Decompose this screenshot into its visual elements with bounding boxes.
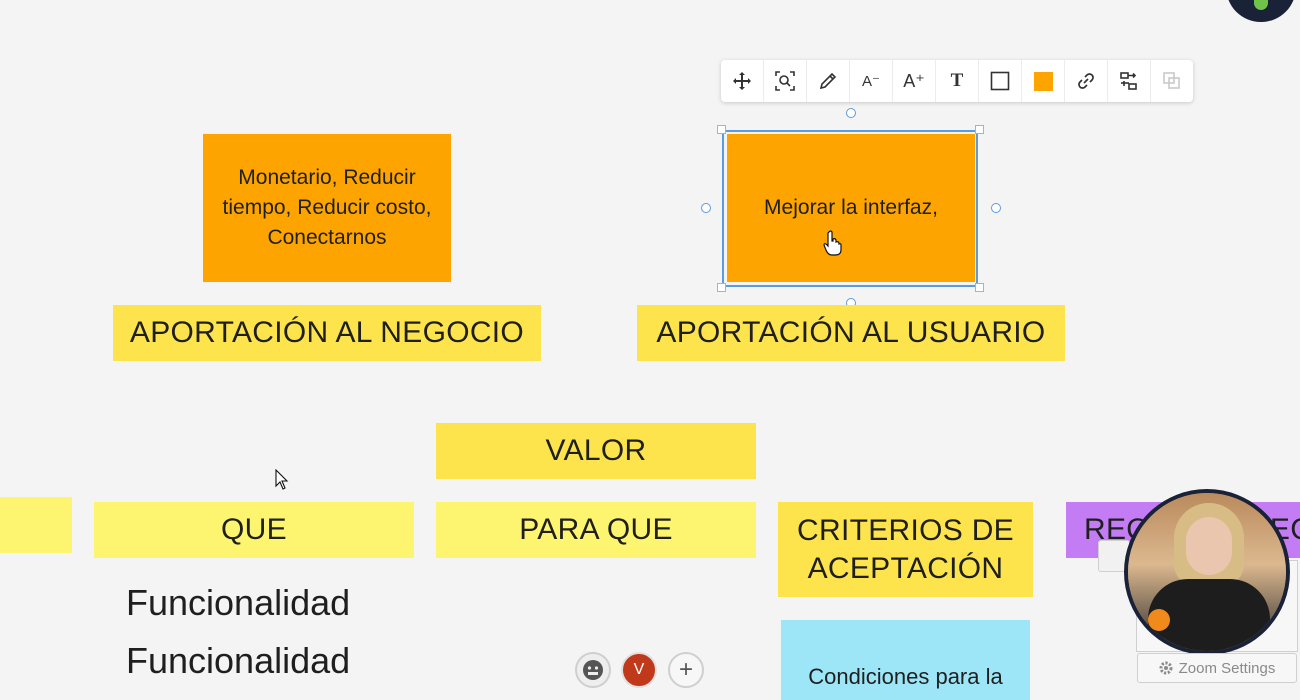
sticky-note-text: Condiciones para la [808, 664, 1003, 689]
label-para-que[interactable]: PARA QUE [436, 502, 756, 558]
sticky-note-text: Monetario, Reducir tiempo, Reducir costo… [222, 166, 432, 249]
zoom-settings-label: Zoom Settings [1178, 659, 1276, 677]
resize-handle-bottom-right[interactable] [975, 283, 984, 292]
sticky-note-conditions[interactable]: Condiciones para la [781, 620, 1030, 700]
border-icon [990, 71, 1010, 91]
resize-handle-top-right[interactable] [975, 125, 984, 134]
presenter-face [1186, 517, 1232, 575]
app-logo [1226, 0, 1296, 22]
add-collaborator-button[interactable]: + [668, 652, 704, 688]
resize-handle-bottom-left[interactable] [717, 283, 726, 292]
duplicate-button[interactable] [1151, 60, 1193, 102]
label-valor[interactable]: VALOR [436, 423, 756, 479]
zoom-to-fit-icon [775, 71, 795, 91]
link-button[interactable] [1065, 60, 1108, 102]
decrease-font-icon: A⁻ [862, 73, 880, 90]
connector-handle-top[interactable] [846, 108, 856, 118]
label-criterios-aceptacion[interactable]: CRITERIOS DE ACEPTACIÓN [778, 502, 1033, 597]
border-button[interactable] [979, 60, 1022, 102]
align-icon [1120, 72, 1137, 90]
pencil-icon [819, 72, 837, 90]
label-business-contribution[interactable]: APORTACIÓN AL NEGOCIO [113, 305, 541, 361]
selection-frame [722, 130, 978, 287]
connector-handle-right[interactable] [991, 203, 1001, 213]
label-partial-left[interactable] [0, 497, 72, 553]
face-icon [583, 660, 603, 680]
label-text: CRITERIOS DE ACEPTACIÓN [797, 513, 1014, 585]
element-toolbar: A⁻ A⁺ T [721, 60, 1193, 102]
text-funcionalidad-1[interactable]: Funcionalidad [126, 582, 350, 624]
logo-mark-icon [1254, 0, 1268, 10]
increase-font-icon: A⁺ [903, 70, 925, 91]
avatar-initial: V [633, 661, 645, 678]
text-format-icon: T [950, 70, 964, 91]
webcam-logo-icon [1148, 609, 1170, 631]
decrease-font-button[interactable]: A⁻ [850, 60, 893, 102]
link-icon [1078, 73, 1094, 89]
zoom-settings-button[interactable]: Zoom Settings [1137, 653, 1297, 683]
connector-handle-left[interactable] [701, 203, 711, 213]
label-que[interactable]: QUE [94, 502, 414, 558]
hand-cursor-icon [823, 230, 842, 256]
plus-icon: + [678, 656, 693, 683]
collaborator-avatar[interactable]: V [621, 652, 657, 688]
pencil-button[interactable] [807, 60, 850, 102]
label-text: PARA QUE [519, 513, 673, 546]
duplicate-icon [1163, 72, 1180, 89]
sticky-note-business-contribution[interactable]: Monetario, Reducir tiempo, Reducir costo… [203, 134, 451, 282]
move-button[interactable] [721, 60, 764, 102]
label-text: VALOR [545, 434, 647, 467]
move-icon [733, 72, 751, 90]
label-user-contribution[interactable]: APORTACIÓN AL USUARIO [637, 305, 1065, 361]
gear-icon [1159, 661, 1173, 675]
increase-font-button[interactable]: A⁺ [893, 60, 936, 102]
label-text: APORTACIÓN AL USUARIO [656, 316, 1046, 349]
fill-color-swatch [1033, 71, 1053, 91]
emoji-reaction-button[interactable] [575, 652, 611, 688]
label-text: APORTACIÓN AL NEGOCIO [129, 316, 525, 349]
fill-color-button[interactable] [1022, 60, 1065, 102]
align-button[interactable] [1108, 60, 1151, 102]
label-text: QUE [221, 513, 287, 546]
resize-handle-top-left[interactable] [717, 125, 726, 134]
zoom-to-fit-button[interactable] [764, 60, 807, 102]
text-format-button[interactable]: T [936, 60, 979, 102]
mouse-pointer-icon [275, 469, 289, 490]
webcam-overlay [1124, 489, 1290, 655]
